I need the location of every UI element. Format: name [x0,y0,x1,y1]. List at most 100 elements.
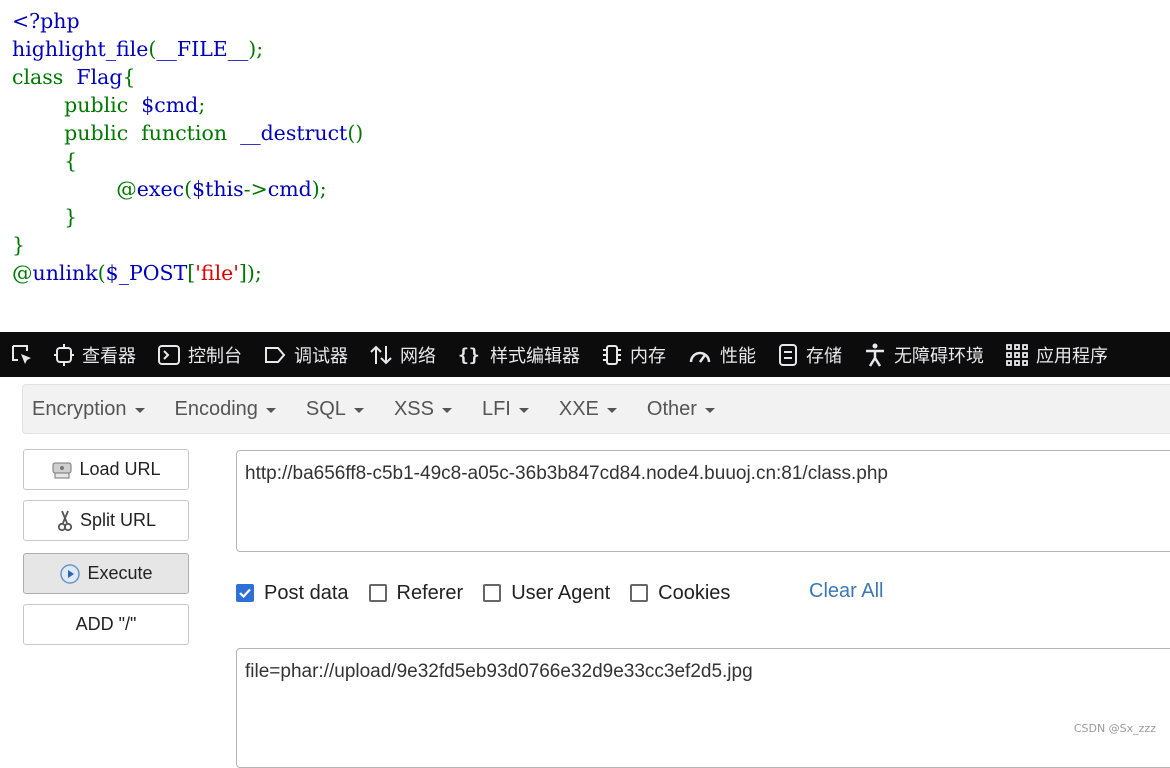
menu-sql[interactable]: SQL [297,398,373,421]
caret-down-icon [606,407,617,413]
options-row: Post data Referer User Agent Cookies [236,578,750,608]
code-token: } [12,205,78,229]
menu-xxe[interactable]: XXE [550,398,626,421]
user-agent-label: User Agent [511,581,611,604]
code-token: $this [192,177,244,201]
clear-all-link[interactable]: Clear All [809,580,883,603]
code-token: ( [184,177,193,201]
code-token: } [12,233,26,257]
element-picker-button[interactable] [0,332,44,377]
load-url-label: Load URL [79,459,161,479]
referer-label: Referer [396,581,464,604]
checkbox-unchecked-icon [630,584,649,602]
code-token: { [122,65,136,89]
php-source-code: <?php highlight_file(__FILE__); class Flag… [12,7,363,287]
tab-storage-label: 存储 [806,345,842,367]
menu-sql-label: SQL [305,397,346,420]
tab-application[interactable]: 应用程序 [996,332,1120,377]
inspector-icon [54,343,74,366]
code-token: @ [12,177,137,201]
code-token: __destruct [240,121,348,145]
caret-down-icon [704,407,715,413]
code-token: __FILE__ [156,37,249,61]
memory-icon [603,344,621,365]
tab-storage[interactable]: 存储 [768,332,854,377]
code-line: @exec($this->cmd); [12,175,363,203]
storage-icon [779,343,797,366]
tab-accessibility[interactable]: 无障碍环境 [854,332,996,377]
code-token: highlight_file [12,37,149,61]
tab-performance[interactable]: 性能 [678,332,768,377]
add-slash-button[interactable]: ADD "/" [23,604,189,645]
tab-debugger[interactable]: 调试器 [254,332,360,377]
code-line: { [12,147,363,175]
code-token: cmd [267,177,312,201]
menu-other-label: Other [646,397,697,420]
code-token: -> [243,177,268,201]
menu-lfi[interactable]: LFI [473,398,538,421]
menu-encoding[interactable]: Encoding [166,398,285,421]
network-icon [370,345,392,364]
tab-style-editor[interactable]: {} 样式编辑器 [448,332,592,377]
url-value: http://ba656ff8-c5b1-49c8-a05c-36b3b847c… [245,463,888,484]
menu-other[interactable]: Other [638,398,724,421]
post-data-checkbox[interactable]: Post data [236,582,349,605]
caret-down-icon [441,407,452,413]
code-token: ); [248,37,264,61]
url-textarea[interactable]: http://ba656ff8-c5b1-49c8-a05c-36b3b847c… [236,450,1170,552]
load-url-button[interactable]: Load URL [23,449,189,490]
tab-accessibility-label: 无障碍环境 [894,345,984,367]
load-url-icon [52,462,72,478]
split-url-label: Split URL [79,510,157,530]
menu-encryption[interactable]: Encryption [23,398,154,421]
tab-network[interactable]: 网络 [360,332,448,377]
code-line: highlight_file(__FILE__); [12,35,363,63]
caret-down-icon [265,407,276,413]
console-icon [158,344,180,365]
tab-memory[interactable]: 内存 [592,332,678,377]
watermark: CSDN @Sx_zzz [1073,722,1156,735]
caret-down-icon [353,407,364,413]
code-line: class Flag{ [12,63,363,91]
execute-label: Execute [87,563,153,583]
caret-down-icon [518,407,529,413]
code-token: $_POST [105,261,188,285]
code-token: ; [198,93,206,117]
code-token: @ [12,261,33,285]
split-url-button[interactable]: Split URL [23,500,189,541]
tab-console[interactable]: 控制台 [148,332,254,377]
code-token: public [12,93,142,117]
user-agent-checkbox[interactable]: User Agent [483,582,610,605]
code-token: () [347,121,364,145]
code-token: 'file' [195,261,239,285]
referer-checkbox[interactable]: Referer [368,581,464,605]
menu-xss-label: XSS [393,397,434,420]
debugger-icon [265,346,286,363]
play-icon [60,563,81,584]
tab-inspector[interactable]: 查看器 [44,332,148,377]
menu-encryption-label: Encryption [32,397,127,420]
tab-application-label: 应用程序 [1036,345,1108,367]
code-line: public function __destruct() [12,119,363,147]
menu-xss[interactable]: XSS [385,398,461,421]
post-data-textarea[interactable]: file=phar://upload/9e32fd5eb93d0766e32d9… [236,648,1170,768]
post-data-label: Post data [264,581,349,604]
code-line: } [12,231,363,259]
execute-button[interactable]: Execute [23,553,189,594]
performance-icon [689,351,711,363]
tab-style-editor-label: 样式编辑器 [490,345,580,367]
style-editor-icon: {} [458,345,480,366]
devtools-toolbar: 查看器 控制台 调试器 网络 {} 样式编辑器 内存 性能 存储 无障碍环境 应… [0,332,1170,377]
code-token: Flag [76,65,123,89]
application-icon [1006,343,1028,366]
tab-inspector-label: 查看器 [82,345,136,367]
element-picker-icon [12,344,31,364]
checkbox-checked-icon [236,584,254,602]
svg-text:{}: {} [458,345,480,366]
menu-xxe-label: XXE [558,397,599,420]
cookies-checkbox[interactable]: Cookies [630,582,730,605]
code-token: $cmd [141,93,199,117]
code-token: <?php [12,9,80,33]
accessibility-icon [866,343,884,367]
hackbar-menu: Encryption Encoding SQL XSS LFI XXE Othe… [22,384,1170,434]
